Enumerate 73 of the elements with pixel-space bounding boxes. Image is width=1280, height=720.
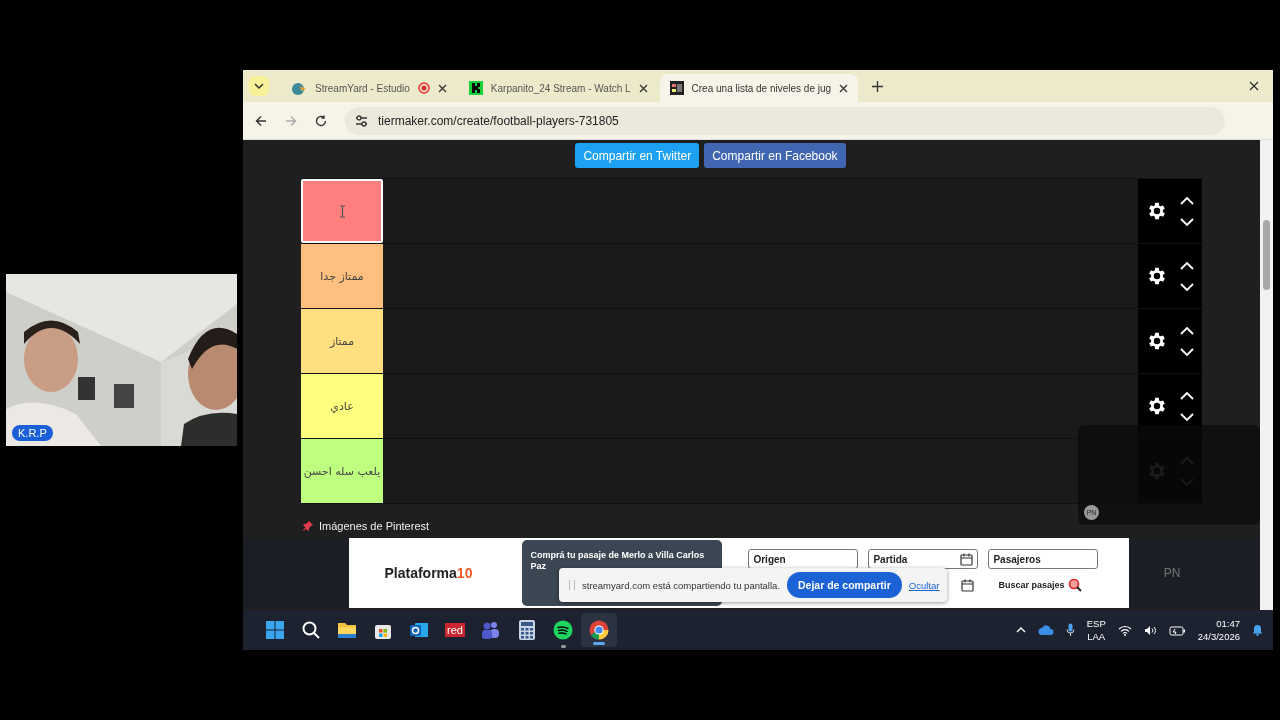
calendar-icon[interactable] xyxy=(961,578,975,592)
cloud-icon[interactable] xyxy=(1037,624,1054,636)
k-logo-icon xyxy=(468,81,483,95)
chevron-up-icon[interactable] xyxy=(1015,627,1026,633)
windows-start-icon[interactable] xyxy=(265,620,285,640)
clock[interactable]: 01:47 24/3/2026 xyxy=(1197,617,1240,643)
microphone-icon[interactable] xyxy=(1065,623,1075,637)
browser-tab[interactable]: Crea una lista de niveles de jug xyxy=(659,74,859,102)
chevron-down-icon[interactable] xyxy=(1180,217,1194,227)
browser-tab[interactable]: StreamYard - Estudio xyxy=(281,74,457,102)
address-bar[interactable]: tiermaker.com/create/football-players-731805 xyxy=(345,106,1225,135)
tier-name: يلعب سله احسن xyxy=(303,464,381,478)
tier-logo-icon xyxy=(669,81,684,95)
volume-icon[interactable] xyxy=(1143,624,1157,636)
input-field[interactable]: Pasajeros xyxy=(988,549,1099,569)
wifi-icon[interactable] xyxy=(1117,624,1132,636)
tier-name: ممتاز xyxy=(329,334,355,348)
settings-icon[interactable] xyxy=(1146,395,1168,417)
tier-label[interactable]: ممتاز جدا xyxy=(301,244,383,308)
settings-icon[interactable] xyxy=(1146,330,1168,352)
tier-name: ممتاز جدا xyxy=(320,269,364,283)
back-icon[interactable] xyxy=(255,114,267,127)
battery-icon[interactable] xyxy=(1168,624,1186,636)
magnifier-icon xyxy=(1068,578,1083,592)
new-tab-icon[interactable] xyxy=(872,80,884,92)
share-message: streamyard.com está compartiendo tu pantalla. xyxy=(582,579,780,591)
section-label: Imágenes de Pinterest xyxy=(319,520,430,532)
chrome-icon[interactable] xyxy=(589,620,609,640)
tier-label[interactable]: ممتاز xyxy=(301,309,383,373)
settings-icon[interactable] xyxy=(1146,265,1168,287)
close-icon[interactable] xyxy=(839,83,849,93)
otter-icon xyxy=(291,80,307,96)
brand-logo: Plataforma10 xyxy=(384,565,473,581)
keyboard-language[interactable]: ESP LAA xyxy=(1086,617,1106,643)
reload-icon[interactable] xyxy=(315,114,327,127)
close-icon[interactable] xyxy=(1249,81,1259,91)
close-icon[interactable] xyxy=(437,83,447,93)
chevron-up-icon[interactable] xyxy=(1180,390,1194,400)
chevron-up-icon[interactable] xyxy=(1180,260,1194,270)
folder-icon[interactable] xyxy=(337,621,357,639)
app-icon[interactable]: red xyxy=(445,623,465,637)
spotify-icon[interactable] xyxy=(553,620,573,640)
chevron-up-icon[interactable] xyxy=(1180,325,1194,335)
url-text: tiermaker.com/create/football-players-731805 xyxy=(378,113,619,128)
calculator-icon[interactable] xyxy=(519,620,535,640)
pin-icon xyxy=(303,521,313,531)
ad-headline: Comprá tu pasaje de Merlo a Villa Carlos Paz xyxy=(530,550,705,571)
people-icon[interactable] xyxy=(481,620,501,640)
mail-icon[interactable] xyxy=(409,621,429,639)
facebook-share-button[interactable]: Compartir en Facebook xyxy=(704,143,846,168)
tier-label[interactable]: عادي xyxy=(301,374,383,438)
search-icon[interactable] xyxy=(301,620,321,640)
text-cursor-icon xyxy=(338,204,346,218)
ad-text: PN xyxy=(1163,566,1181,580)
tier-name: عادي xyxy=(330,399,354,413)
hide-link[interactable]: Ocultar xyxy=(908,579,940,591)
settings-icon[interactable] xyxy=(1146,200,1168,222)
notification-bell-icon[interactable] xyxy=(1252,624,1263,636)
calendar-icon[interactable] xyxy=(960,552,974,566)
caret-icon xyxy=(254,83,264,89)
stop-sharing-button[interactable]: Dejar de compartir xyxy=(787,572,902,598)
site-settings-icon[interactable] xyxy=(355,114,368,127)
scrollbar[interactable] xyxy=(1260,140,1273,610)
name-badge: K.R.P xyxy=(12,425,53,441)
chevron-down-icon[interactable] xyxy=(1180,412,1194,422)
browser-tab[interactable]: Karpanito_24 Stream - Watch L xyxy=(458,74,658,102)
chevron-down-icon[interactable] xyxy=(1180,347,1194,357)
search-button[interactable]: Buscar pasajes xyxy=(988,575,1099,595)
chevron-down-icon[interactable] xyxy=(1180,282,1194,292)
close-icon[interactable] xyxy=(638,83,648,93)
chevron-up-icon[interactable] xyxy=(1180,195,1194,205)
tab-list-button[interactable] xyxy=(249,76,269,96)
tier-label[interactable]: يلعب سله احسن xyxy=(301,439,383,503)
